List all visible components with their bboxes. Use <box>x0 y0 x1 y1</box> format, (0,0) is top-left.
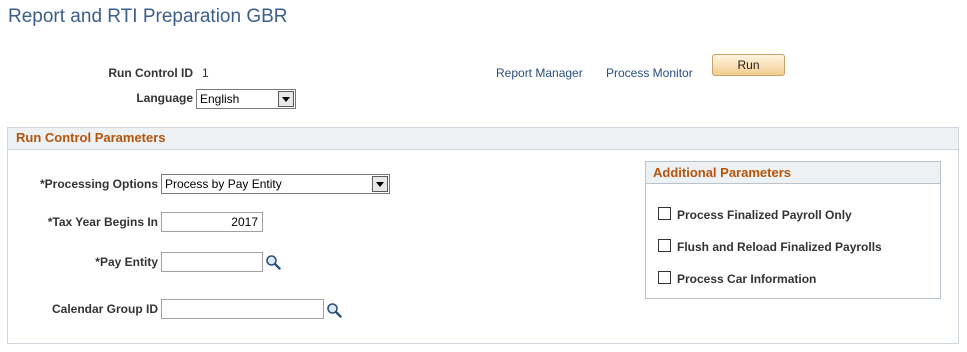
section-title: Run Control Parameters <box>16 130 166 145</box>
process-car-information-label: Process Car Information <box>677 272 817 286</box>
language-select-value: English <box>200 92 240 106</box>
run-control-id-label: Run Control ID <box>108 66 193 80</box>
run-button[interactable]: Run <box>712 54 785 76</box>
pay-entity-input[interactable] <box>161 252 263 272</box>
report-manager-link[interactable]: Report Manager <box>496 66 583 80</box>
process-monitor-link[interactable]: Process Monitor <box>606 66 693 80</box>
language-label: Language <box>136 91 193 105</box>
chevron-down-icon[interactable] <box>278 91 294 107</box>
chevron-down-icon[interactable] <box>372 176 388 192</box>
page-title: Report and RTI Preparation GBR <box>8 6 288 27</box>
tax-year-label: *Tax Year Begins In <box>47 215 158 229</box>
magnifier-icon[interactable] <box>265 254 281 270</box>
tax-year-input[interactable]: 2017 <box>161 212 263 232</box>
flush-and-reload-checkbox[interactable] <box>658 239 671 252</box>
language-select[interactable]: English <box>196 89 296 109</box>
process-car-information-checkbox[interactable] <box>658 271 671 284</box>
process-finalized-payroll-only-label: Process Finalized Payroll Only <box>677 208 852 222</box>
processing-options-value: Process by Pay Entity <box>165 177 282 191</box>
process-finalized-payroll-only-checkbox[interactable] <box>658 207 671 220</box>
run-control-id-value: 1 <box>202 66 209 80</box>
processing-options-select[interactable]: Process by Pay Entity <box>161 174 390 194</box>
calendar-group-id-input[interactable] <box>161 299 324 319</box>
flush-and-reload-label: Flush and Reload Finalized Payrolls <box>677 240 882 254</box>
calendar-group-id-label: Calendar Group ID <box>51 302 158 316</box>
additional-parameters-title: Additional Parameters <box>653 165 791 180</box>
pay-entity-label: *Pay Entity <box>95 255 158 269</box>
magnifier-icon[interactable] <box>326 302 342 318</box>
processing-options-label: *Processing Options <box>39 177 158 191</box>
